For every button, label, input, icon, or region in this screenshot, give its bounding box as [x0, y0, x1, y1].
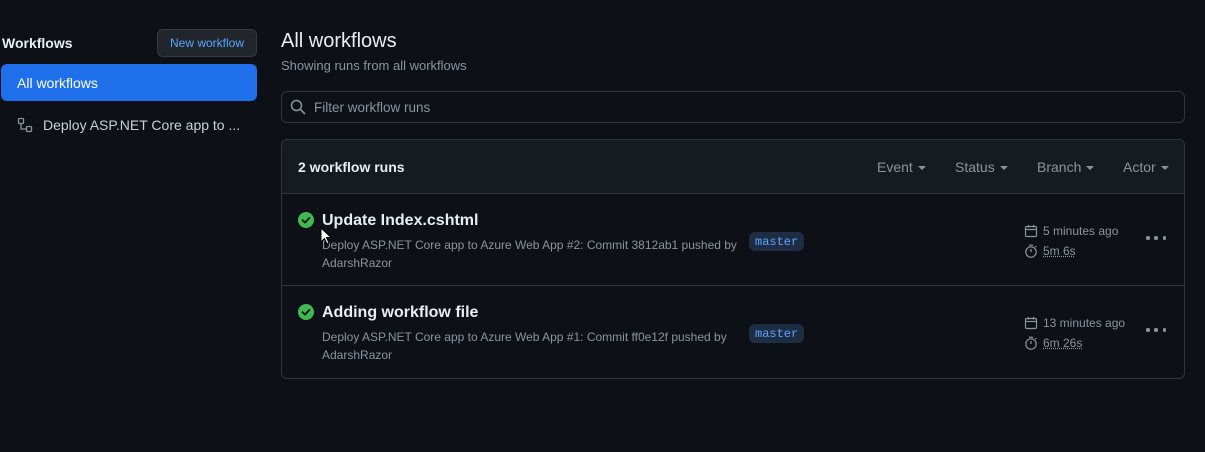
run-duration-text: 5m 6s: [1043, 244, 1076, 258]
workflow-run-row[interactable]: Adding workflow file Deploy ASP.NET Core…: [282, 286, 1184, 378]
branch-badge[interactable]: master: [749, 324, 805, 343]
page-subtitle: Showing runs from all workflows: [281, 58, 467, 73]
event-filter-label: Event: [877, 159, 913, 175]
run-duration: 5m 6s: [1024, 244, 1076, 258]
run-time-text: 5 minutes ago: [1043, 224, 1119, 238]
chevron-down-icon: [917, 166, 926, 170]
stopwatch-icon: [1025, 244, 1037, 258]
kebab-menu-icon[interactable]: [1146, 230, 1166, 246]
run-duration-text: 6m 26s: [1043, 336, 1083, 350]
branch-badge[interactable]: master: [749, 232, 805, 251]
sidebar-item-all-workflows[interactable]: All workflows: [1, 64, 257, 101]
chevron-down-icon: [1086, 166, 1095, 170]
run-title-link[interactable]: Update Index.cshtml: [322, 212, 478, 230]
branch-filter-dropdown[interactable]: Branch: [1037, 159, 1095, 175]
run-description: Deploy ASP.NET Core app to Azure Web App…: [322, 330, 727, 362]
sidebar-header: Workflows New workflow: [2, 28, 257, 58]
new-workflow-button[interactable]: New workflow: [156, 29, 257, 57]
success-check-icon: [298, 304, 314, 320]
run-title-link[interactable]: Adding workflow file: [322, 304, 478, 322]
filter-box[interactable]: [281, 91, 1185, 123]
calendar-icon: [1024, 225, 1038, 238]
sidebar-item-label: Deploy ASP.NET Core app to ...: [43, 116, 241, 133]
filter-input[interactable]: [314, 99, 1174, 115]
actor-filter-label: Actor: [1123, 159, 1156, 175]
sidebar-title: Workflows: [2, 35, 73, 51]
page-title: All workflows: [281, 30, 397, 52]
mouse-cursor-icon: [320, 227, 332, 245]
status-filter-label: Status: [955, 159, 995, 175]
run-description: Deploy ASP.NET Core app to Azure Web App…: [322, 238, 737, 270]
workflow-runs-list: 2 workflow runs Event Status Branch Acto…: [281, 139, 1185, 379]
workflow-icon: [17, 117, 33, 132]
kebab-menu-icon[interactable]: [1146, 322, 1166, 338]
run-duration: 6m 26s: [1024, 336, 1082, 350]
chevron-down-icon: [999, 166, 1008, 170]
status-filter-dropdown[interactable]: Status: [955, 159, 1008, 175]
runs-header: 2 workflow runs Event Status Branch Acto…: [282, 140, 1184, 194]
chevron-down-icon: [1160, 166, 1169, 170]
workflow-run-row[interactable]: Update Index.cshtml Deploy ASP.NET Core …: [282, 194, 1184, 286]
calendar-icon: [1024, 317, 1038, 330]
runs-count: 2 workflow runs: [298, 158, 405, 175]
event-filter-dropdown[interactable]: Event: [877, 159, 926, 175]
success-check-icon: [298, 212, 314, 228]
sidebar-item-label: All workflows: [17, 74, 98, 91]
branch-filter-label: Branch: [1037, 159, 1082, 175]
sidebar: Workflows New workflow All workflows Dep…: [0, 0, 265, 452]
run-time: 5 minutes ago: [1024, 224, 1118, 238]
actor-filter-dropdown[interactable]: Actor: [1123, 159, 1169, 175]
run-time-text: 13 minutes ago: [1043, 316, 1126, 330]
stopwatch-icon: [1025, 336, 1037, 350]
run-time: 13 minutes ago: [1024, 316, 1125, 330]
sidebar-item-deploy-workflow[interactable]: Deploy ASP.NET Core app to ...: [1, 106, 257, 143]
search-icon: [290, 99, 306, 115]
